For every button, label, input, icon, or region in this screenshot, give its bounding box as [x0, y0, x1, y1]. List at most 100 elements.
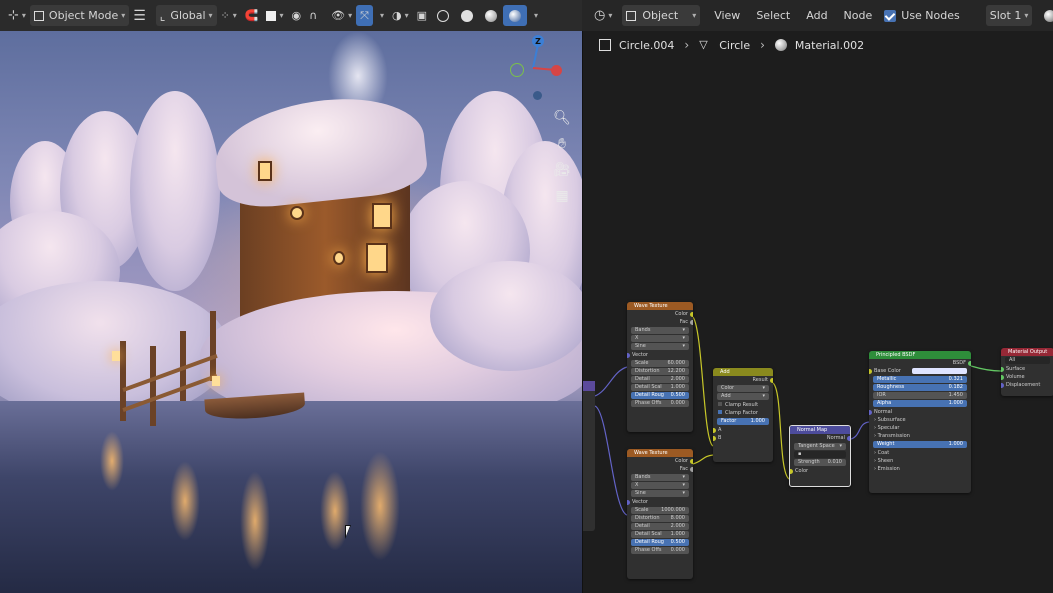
socket[interactable]	[627, 352, 630, 358]
blend-mode-dropdown[interactable]: Add ▾	[717, 393, 769, 400]
detail-roughness-field[interactable]: Detail Roug 0.500	[631, 539, 689, 546]
section-subsurface[interactable]: › Subsurface	[869, 416, 971, 424]
wave-texture-node[interactable]: Wave Texture Color Fac Bands ▾ X ▾ Sine ▾ V…	[627, 449, 693, 579]
gizmo-dropdown[interactable]: ▾	[373, 5, 388, 26]
socket[interactable]	[790, 468, 793, 474]
clamp-result-checkbox[interactable]: Clamp Result	[713, 401, 773, 409]
gizmo-x-axis[interactable]	[551, 65, 562, 76]
socket[interactable]	[713, 435, 716, 441]
visibility-button[interactable]: 👁 ▾	[327, 5, 356, 26]
pivot-point-button[interactable]: ⁘ ▾	[217, 5, 241, 26]
overlay-toggle[interactable]: ◑ ▾	[388, 5, 413, 26]
space-dropdown[interactable]: Tangent Space ▾	[794, 443, 846, 450]
section-emission[interactable]: › Emission	[869, 465, 971, 473]
phase-offset-field[interactable]: Phase Offs 0.000	[631, 547, 689, 554]
factor-field[interactable]: Factor 1.000	[717, 418, 769, 425]
snap-target-button[interactable]: ▾	[262, 5, 287, 26]
menu-view[interactable]: View	[706, 9, 748, 22]
hamburger-menu-button[interactable]: ☰	[129, 5, 150, 26]
gizmo-toggle[interactable]: ⤧	[356, 5, 373, 26]
scale-field[interactable]: Scale 1000.000	[631, 507, 689, 514]
normal-map-node[interactable]: Normal Map Normal Tangent Space ▾ ▪ Stren…	[789, 425, 851, 487]
principled-bsdf-node[interactable]: Principled BSDF BSDF Base Color Metallic…	[869, 351, 971, 493]
node-editor-type-button[interactable]: ◷ ▾	[590, 5, 616, 26]
detail-scale-field[interactable]: Detail Scal 1.000	[631, 384, 689, 391]
socket[interactable]	[1001, 382, 1004, 388]
texture-coordinate-node[interactable]	[583, 381, 595, 531]
section-sheen[interactable]: › Sheen	[869, 457, 971, 465]
detail-roughness-field[interactable]: Detail Roug 0.500	[631, 392, 689, 399]
transform-orientation-selector[interactable]: ⌞ Global ▾	[155, 5, 217, 26]
wave-axis-dropdown[interactable]: X ▾	[631, 482, 689, 489]
use-nodes-checkbox[interactable]	[884, 9, 897, 22]
detail-field[interactable]: Detail 2.000	[631, 376, 689, 383]
falloff-button[interactable]: ∩	[305, 5, 321, 26]
shading-wireframe-button[interactable]	[431, 5, 455, 26]
gizmo-neg-axis[interactable]	[533, 91, 542, 100]
wave-axis-dropdown[interactable]: X ▾	[631, 335, 689, 342]
editor-type-button[interactable]: ⊹ ▾	[4, 5, 30, 26]
shading-material-button[interactable]	[479, 5, 503, 26]
zoom-button[interactable]: 🔍︎	[551, 107, 573, 129]
shading-rendered-button[interactable]	[503, 5, 527, 26]
socket[interactable]	[690, 458, 693, 464]
socket[interactable]	[968, 360, 971, 366]
section-coat[interactable]: › Coat	[869, 449, 971, 457]
wave-profile-dropdown[interactable]: Sine ▾	[631, 343, 689, 350]
3d-viewport[interactable]: Z 🔍︎ ✋︎ 🎥︎ ▦	[0, 31, 582, 593]
navigation-gizmo[interactable]: Z	[505, 31, 565, 106]
wave-type-dropdown[interactable]: Bands ▾	[631, 327, 689, 334]
socket[interactable]	[1001, 366, 1004, 372]
section-specular[interactable]: › Specular	[869, 424, 971, 432]
snap-toggle[interactable]: 🧲	[241, 5, 263, 26]
camera-view-button[interactable]: 🎥︎	[551, 159, 573, 181]
socket[interactable]	[690, 311, 693, 317]
xray-toggle[interactable]: ▣	[413, 5, 431, 26]
distortion-field[interactable]: Distortion 12.200	[631, 368, 689, 375]
socket[interactable]	[869, 368, 872, 374]
menu-select[interactable]: Select	[748, 9, 798, 22]
perspective-toggle-button[interactable]: ▦	[551, 185, 573, 207]
alpha-field[interactable]: Alpha 1.000	[873, 400, 967, 407]
shader-node-editor[interactable]: Circle.004 › ▽ Circle › Material.002 Wav…	[582, 31, 1053, 593]
shading-solid-button[interactable]	[455, 5, 479, 26]
metallic-field[interactable]: Metallic 0.321	[873, 376, 967, 383]
uv-map-field[interactable]: ▪	[794, 451, 846, 458]
shader-type-selector[interactable]: Object ▾	[622, 5, 701, 26]
slot-selector[interactable]: Slot 1 ▾	[985, 5, 1033, 26]
socket[interactable]	[627, 499, 630, 505]
socket[interactable]	[690, 319, 693, 325]
strength-field[interactable]: Strength 0.010	[794, 459, 846, 466]
scale-field[interactable]: Scale 60.000	[631, 360, 689, 367]
gizmo-z-axis[interactable]: Z	[532, 35, 544, 47]
distortion-field[interactable]: Distortion 8.000	[631, 515, 689, 522]
ior-field[interactable]: IOR 1.450	[873, 392, 967, 399]
clamp-factor-checkbox[interactable]: Clamp Factor	[713, 409, 773, 417]
menu-add[interactable]: Add	[798, 9, 835, 22]
mode-selector[interactable]: Object Mode ▾	[29, 5, 130, 26]
data-type-dropdown[interactable]: Color ▾	[717, 385, 769, 392]
material-browse-button[interactable]: ▾	[1038, 5, 1053, 26]
shading-dropdown[interactable]: ▾	[527, 5, 542, 26]
target-dropdown[interactable]: All	[1005, 357, 1050, 364]
material-output-node[interactable]: Material Output All Surface Volume Displ…	[1001, 348, 1053, 396]
use-nodes-toggle[interactable]: Use Nodes	[880, 5, 964, 26]
socket[interactable]	[770, 377, 773, 383]
phase-offset-field[interactable]: Phase Offs 0.000	[631, 400, 689, 407]
section-transmission[interactable]: › Transmission	[869, 432, 971, 440]
proportional-edit-toggle[interactable]: ◉	[287, 5, 305, 26]
detail-field[interactable]: Detail 2.000	[631, 523, 689, 530]
roughness-field[interactable]: Roughness 0.182	[873, 384, 967, 391]
socket[interactable]	[847, 435, 850, 441]
mix-add-node[interactable]: Add Result Color ▾ Add ▾ Clamp Result Clam…	[713, 368, 773, 462]
menu-node[interactable]: Node	[836, 9, 881, 22]
gizmo-y-axis[interactable]	[510, 63, 524, 77]
base-color-row[interactable]: Base Color	[869, 367, 971, 375]
wave-type-dropdown[interactable]: Bands ▾	[631, 474, 689, 481]
socket[interactable]	[690, 466, 693, 472]
socket[interactable]	[1001, 374, 1004, 380]
wave-texture-node[interactable]: Wave Texture Color Fac Bands ▾ X ▾ Sine ▾ V…	[627, 302, 693, 432]
socket[interactable]	[713, 427, 716, 433]
transmission-weight-field[interactable]: Weight 1.000	[873, 441, 967, 448]
wave-profile-dropdown[interactable]: Sine ▾	[631, 490, 689, 497]
